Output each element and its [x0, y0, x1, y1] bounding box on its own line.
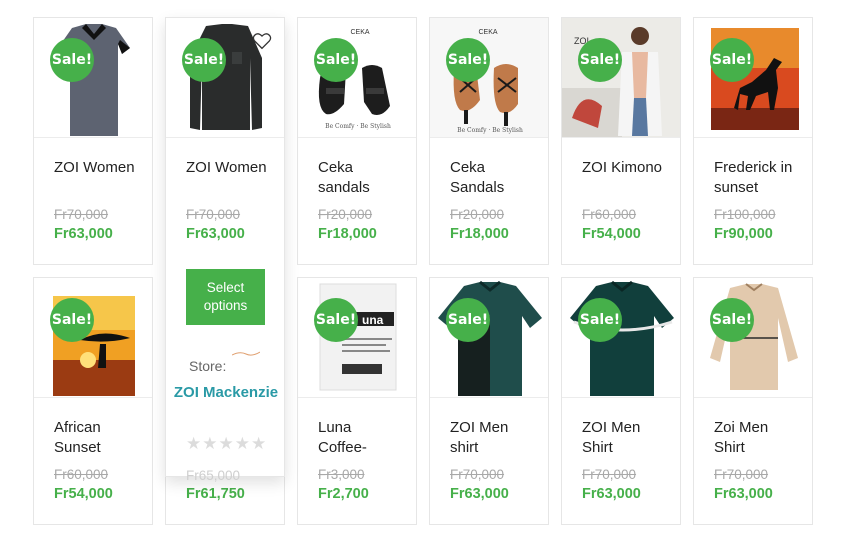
product-name[interactable]: ZOI Kimono — [582, 158, 668, 198]
svg-text:Be Comfy · Be Stylish: Be Comfy · Be Stylish — [457, 127, 523, 134]
product-image-beige-shirt[interactable]: Sale! — [694, 278, 812, 398]
sale-badge: Sale! — [710, 38, 754, 82]
sale-price: Fr18,000 — [450, 226, 509, 242]
product-card[interactable]: Sale! ZOI Men Shirt Fr70,000 Fr63,000 — [561, 277, 681, 525]
original-price: Fr70,000 — [714, 467, 769, 482]
product-image-tan-sandals[interactable]: CEKA Be Comfy · Be Stylish Sale! — [430, 18, 548, 138]
select-options-button[interactable]: Select options — [186, 269, 265, 325]
product-name[interactable]: Frederick in sunset — [714, 158, 800, 198]
sale-badge: Sale! — [314, 298, 358, 342]
product-card[interactable]: Sale! Frederick in sunset Fr100,000 Fr90… — [693, 17, 813, 265]
product-card[interactable]: Sale! Zoi Men Shirt Fr70,000 Fr63,000 — [693, 277, 813, 525]
svg-text:CEKA: CEKA — [478, 29, 497, 36]
sale-badge: Sale! — [182, 38, 226, 82]
product-card[interactable]: Sale! ZOI Men shirt Fr70,000 Fr63,000 — [429, 277, 549, 525]
product-image-black-top[interactable]: Sale! — [166, 18, 284, 138]
sale-badge: Sale! — [578, 298, 622, 342]
product-name[interactable]: Zoi Men Shirt — [714, 418, 800, 458]
product-card[interactable]: CEKA Be Comfy · Be Stylish Sale! Ceka Sa… — [429, 17, 549, 265]
product-card[interactable]: CEKA Be Comfy · Be Stylish Sale! Ceka sa… — [297, 17, 417, 265]
sale-badge: Sale! — [578, 38, 622, 82]
product-name[interactable]: Ceka Sandals — [450, 158, 536, 198]
sale-price: Fr54,000 — [582, 226, 641, 242]
sale-price: Fr54,000 — [54, 486, 113, 502]
original-price: Fr3,000 — [318, 467, 365, 482]
product-name[interactable]: Ceka sandals — [318, 158, 404, 198]
product-image-black-sandals[interactable]: CEKA Be Comfy · Be Stylish Sale! — [298, 18, 416, 138]
product-name[interactable]: Luna Coffee- — [318, 418, 404, 458]
sale-price: Fr18,000 — [318, 226, 377, 242]
product-name[interactable]: ZOI Women — [54, 158, 140, 198]
product-card-hovered[interactable]: Sale! ZOI Women Fr70,000 Fr63,000 Select… — [165, 17, 286, 483]
sale-price: Fr63,000 — [582, 486, 641, 502]
sale-badge: Sale! — [446, 38, 490, 82]
original-price: Fr70,000 — [186, 207, 241, 222]
sale-badge: Sale! — [50, 38, 94, 82]
sale-badge: Sale! — [446, 298, 490, 342]
original-price: Fr20,000 — [450, 207, 505, 222]
heart-outline-icon[interactable] — [252, 32, 272, 50]
product-image-grey-dress[interactable]: Sale! — [34, 18, 152, 138]
product-name[interactable]: ZOI Men Shirt — [582, 418, 668, 458]
product-image-green-shirt-stripe[interactable]: Sale! — [562, 278, 680, 398]
sale-price: Fr63,000 — [186, 226, 245, 242]
original-price: Fr60,000 — [582, 207, 637, 222]
original-price: Fr60,000 — [54, 467, 109, 482]
store-label: Store: — [189, 358, 227, 374]
sale-price: Fr2,700 — [318, 486, 369, 502]
svg-text:Be Comfy · Be Stylish: Be Comfy · Be Stylish — [325, 123, 391, 130]
rating-stars: ★★★★★ — [186, 434, 268, 454]
sale-badge: Sale! — [50, 298, 94, 342]
sale-badge: Sale! — [710, 298, 754, 342]
sale-badge: Sale! — [314, 38, 358, 82]
sale-price: Fr63,000 — [450, 486, 509, 502]
original-price: Fr100,000 — [714, 207, 776, 222]
sale-price: Fr63,000 — [54, 226, 113, 242]
original-price: Fr20,000 — [318, 207, 373, 222]
store-logo-icon — [232, 351, 260, 356]
sale-price: Fr90,000 — [714, 226, 773, 242]
product-card[interactable]: una Sale! Luna Coffee- Fr3,000 Fr2,700 — [297, 277, 417, 525]
product-image-horse-painting[interactable]: Sale! — [694, 18, 812, 138]
product-card[interactable]: ZOI Sale! ZOI Kimono Fr60,000 Fr54,000 — [561, 17, 681, 265]
product-card[interactable]: Sale! ZOI Women Fr70,000 Fr63,000 — [33, 17, 153, 265]
svg-text:una: una — [362, 313, 384, 327]
product-image-white-kimono[interactable]: ZOI Sale! — [562, 18, 680, 138]
original-price: Fr70,000 — [582, 467, 637, 482]
product-name[interactable]: ZOI Women — [186, 158, 272, 198]
product-image-sunset-painting[interactable]: Sale! — [34, 278, 152, 398]
product-name[interactable]: African Sunset — [54, 418, 140, 458]
original-price: Fr70,000 — [54, 207, 109, 222]
product-card[interactable]: Sale! African Sunset Fr60,000 Fr54,000 — [33, 277, 153, 525]
product-image-green-shirt[interactable]: Sale! — [430, 278, 548, 398]
faded-original-price: Fr65,000 — [186, 468, 241, 483]
product-image-coffee-bag[interactable]: una Sale! — [298, 278, 416, 398]
svg-text:CEKA: CEKA — [350, 29, 369, 36]
original-price: Fr70,000 — [450, 467, 505, 482]
sale-price: Fr61,750 — [186, 486, 245, 502]
sale-price: Fr63,000 — [714, 486, 773, 502]
product-name[interactable]: ZOI Men shirt — [450, 418, 536, 458]
store-name-link[interactable]: ZOI Mackenzie — [166, 380, 286, 406]
